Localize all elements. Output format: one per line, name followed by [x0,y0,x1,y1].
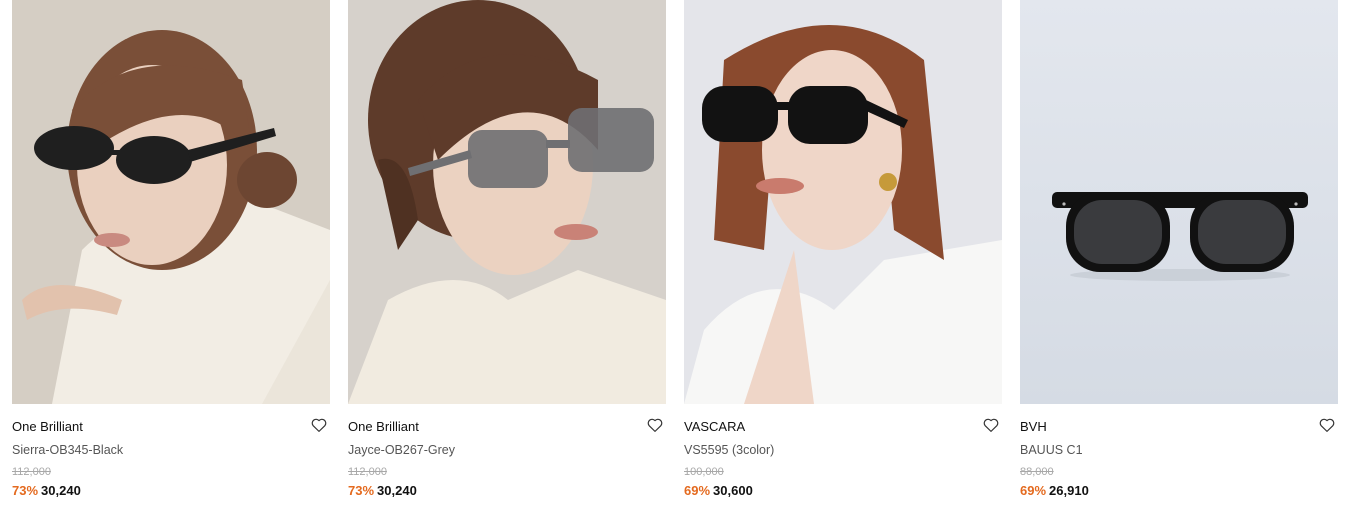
product-card[interactable]: One Brilliant Sierra-OB345-Black 112,000… [12,0,330,506]
wishlist-button[interactable] [646,416,664,434]
product-brand[interactable]: One Brilliant [12,419,83,435]
product-grid: One Brilliant Sierra-OB345-Black 112,000… [0,0,1353,506]
heart-outline-icon [311,418,327,432]
product-image [1020,0,1338,404]
product-card[interactable]: VASCARA VS5595 (3color) 100,000 69% 30,60… [684,0,1002,506]
wishlist-button[interactable] [310,416,328,434]
original-price: 112,000 [348,466,387,478]
product-image-link[interactable] [684,0,1002,404]
wishlist-button[interactable] [1318,416,1336,434]
price-row: 69% 26,910 [1020,483,1089,499]
heart-outline-icon [647,418,663,432]
product-card[interactable]: BVH BAUUS C1 88,000 69% 26,910 [1020,0,1338,506]
product-brand[interactable]: BVH [1020,419,1047,435]
discount-rate: 69% [684,483,711,498]
price-row: 73% 30,240 [348,483,417,499]
original-price: 112,000 [12,466,51,478]
original-price: 100,000 [684,466,724,478]
original-price: 88,000 [1020,466,1054,478]
product-card[interactable]: One Brilliant Jayce-OB267-Grey 112,000 7… [348,0,666,506]
price-row: 73% 30,240 [12,483,81,499]
product-image [684,0,1002,404]
product-name[interactable]: Sierra-OB345-Black [12,442,123,458]
discount-rate: 69% [1020,483,1047,498]
product-image [348,0,666,404]
product-name[interactable]: BAUUS C1 [1020,442,1083,458]
product-name[interactable]: VS5595 (3color) [684,442,774,458]
product-brand[interactable]: One Brilliant [348,419,419,435]
sale-price: 30,600 [713,483,753,498]
sale-price: 30,240 [377,483,417,498]
discount-rate: 73% [12,483,39,498]
product-image-link[interactable] [1020,0,1338,404]
wishlist-button[interactable] [982,416,1000,434]
sale-price: 26,910 [1049,483,1089,498]
product-image [12,0,330,404]
product-image-link[interactable] [348,0,666,404]
price-row: 69% 30,600 [684,483,753,499]
discount-rate: 73% [348,483,375,498]
sale-price: 30,240 [41,483,81,498]
product-image-link[interactable] [12,0,330,404]
heart-outline-icon [983,418,999,432]
heart-outline-icon [1319,418,1335,432]
product-name[interactable]: Jayce-OB267-Grey [348,442,455,458]
product-brand[interactable]: VASCARA [684,419,745,435]
